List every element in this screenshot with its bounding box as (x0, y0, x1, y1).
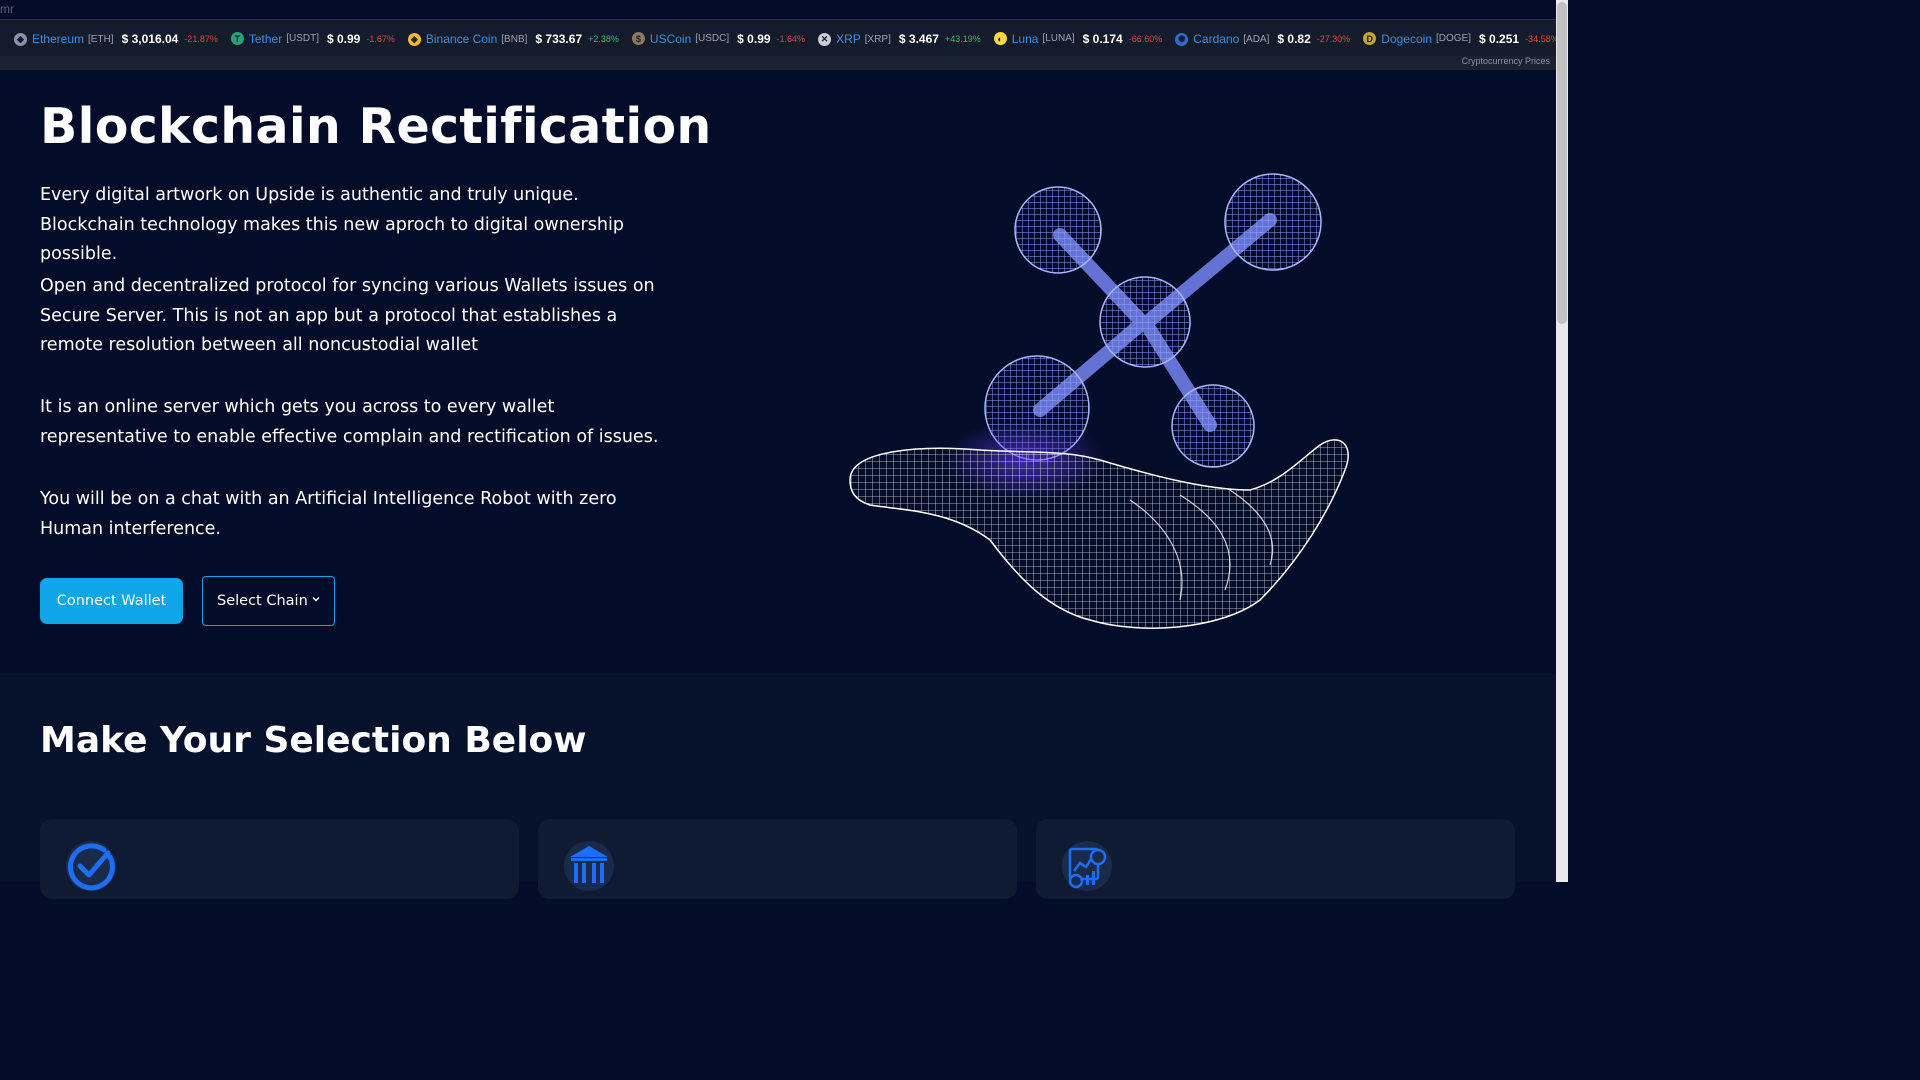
selection-title: Make Your Selection Below (40, 720, 587, 761)
page-title: Blockchain Rectification (40, 98, 712, 155)
hero-paragraph-3: It is an online server which gets you ac… (40, 397, 659, 447)
ticker-coin-price: $ 0.99 (737, 31, 771, 46)
hero-paragraph-2: Open and decentralized protocol for sync… (40, 276, 655, 355)
ticker-coin-name[interactable]: Tether (249, 32, 282, 46)
ticker-item-ethereum[interactable]: ◆ Ethereum [ETH] $ 3,016.04 -21.87% (14, 21, 218, 58)
crypto-ticker: ◆ Ethereum [ETH] $ 3,016.04 -21.87% T Tether [U… (0, 19, 1556, 70)
ticker-item-uscoin[interactable]: $ USCoin [USDC] $ 0.99 -1.64% (631, 20, 806, 57)
ticker-item-dogecoin[interactable]: D Dogecoin [DOGE] $ 0.251 -34.58% (1363, 20, 1556, 57)
ticker-coin-change: +2.38% (588, 34, 619, 44)
wireframe-hand-molecule-illustration (849, 173, 1349, 629)
check-circle-icon (66, 841, 116, 891)
ticker-coin-price: $ 3,016.04 (121, 32, 179, 46)
ticker-coin-symbol: [ETH] (88, 33, 114, 45)
ticker-coin-change: -27.30% (1316, 34, 1351, 44)
ticker-coin-symbol: [DOGE] (1436, 33, 1472, 44)
select-chain-dropdown[interactable]: Select Chain (202, 576, 335, 626)
hero-paragraph-1: Every digital artwork on Upside is authe… (40, 185, 624, 264)
hero-paragraph-4: You will be on a chat with an Artificial… (40, 489, 617, 539)
cardano-icon: ✺ (1175, 32, 1189, 46)
dogecoin-icon: D (1363, 32, 1377, 45)
ticker-item-cardano[interactable]: ✺ Cardano [ADA] $ 0.82 -27.30% (1175, 21, 1350, 58)
binance-coin-icon: ◈ (407, 32, 421, 46)
uscoin-icon: $ (631, 32, 645, 45)
ticker-coin-change: +43.19% (944, 34, 981, 44)
ethereum-icon: ◆ (14, 32, 27, 46)
selection-card-3[interactable] (1036, 819, 1515, 899)
finance-chart-icon (1062, 841, 1112, 891)
page-scrollbar[interactable] (1556, 0, 1568, 882)
ticker-coin-name[interactable]: USCoin (650, 32, 691, 46)
ticker-coin-name[interactable]: Binance Coin (426, 32, 497, 46)
ticker-coin-price: $ 0.174 (1082, 31, 1123, 46)
ticker-coin-name[interactable]: Cardano (1193, 32, 1239, 46)
page-corner-text: mr (0, 2, 14, 16)
bank-icon (564, 841, 614, 891)
ticker-coin-price: $ 0.99 (326, 31, 361, 46)
chevron-down-icon (312, 597, 320, 602)
ticker-coin-name[interactable]: XRP (836, 32, 861, 46)
ticker-item-xrp[interactable]: ✕ XRP [XRP] $ 3.467 +43.19% (818, 21, 981, 58)
ticker-coin-symbol: [USDC] (695, 33, 730, 44)
ticker-coin-change: -34.58% (1525, 33, 1556, 44)
ticker-item-luna[interactable]: ◐ Luna [LUNA] $ 0.174 -66.60% (993, 20, 1163, 57)
ticker-coin-change: -1.67% (366, 33, 395, 44)
ticker-item-tether[interactable]: T Tether [USDT] $ 0.99 -1.67% (230, 20, 395, 57)
ticker-coin-name[interactable]: Dogecoin (1381, 32, 1432, 46)
ticker-coin-symbol: [BNB] (501, 33, 528, 45)
ticker-coin-price: $ 733.67 (535, 32, 583, 46)
ticker-coin-name[interactable]: Luna (1012, 32, 1039, 46)
ticker-coin-price: $ 3.467 (898, 32, 939, 46)
ticker-coin-name[interactable]: Ethereum (32, 32, 84, 46)
ticker-coin-price: $ 0.251 (1479, 31, 1520, 46)
ticker-footer-bar (0, 56, 1556, 70)
luna-icon: ◐ (993, 32, 1007, 45)
select-chain-label: Select Chain (217, 593, 308, 609)
wireframe-hand (849, 439, 1349, 629)
scrollbar-thumb[interactable] (1557, 2, 1567, 324)
ticker-coin-change: -21.87% (184, 34, 218, 44)
ticker-track: ◆ Ethereum [ETH] $ 3,016.04 -21.87% T Tether [U… (0, 20, 1556, 57)
ticker-coin-symbol: [USDT] (286, 33, 319, 44)
selection-card-2[interactable] (538, 819, 1017, 899)
ticker-coin-price: $ 0.82 (1277, 32, 1311, 46)
ticker-footer-label[interactable]: Cryptocurrency Prices (1461, 56, 1550, 66)
tether-icon: T (230, 32, 244, 45)
ticker-item-binance-coin[interactable]: ◈ Binance Coin [BNB] $ 733.67 +2.38% (407, 21, 619, 58)
xrp-icon: ✕ (818, 32, 832, 46)
ticker-coin-change: -66.60% (1128, 33, 1163, 44)
ticker-coin-symbol: [ADA] (1243, 33, 1270, 45)
connect-wallet-button[interactable]: Connect Wallet (40, 578, 183, 624)
ticker-coin-symbol: [LUNA] (1042, 33, 1075, 44)
ticker-coin-symbol: [XRP] (864, 33, 891, 45)
ticker-coin-change: -1.64% (776, 33, 806, 44)
selection-card-1[interactable] (40, 819, 519, 899)
